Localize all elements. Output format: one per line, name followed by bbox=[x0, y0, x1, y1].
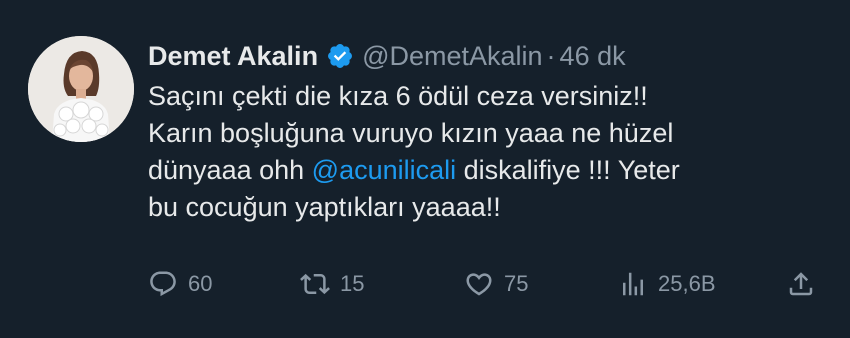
reply-count: 60 bbox=[188, 271, 213, 296]
tweet-text: Saçını çekti die kıza 6 ödül ceza versin… bbox=[148, 78, 838, 226]
tweet-text-segment: diskalifiye !!! Yeter bbox=[456, 155, 680, 185]
reply-button[interactable]: 60 bbox=[148, 264, 212, 304]
profile-photo bbox=[28, 36, 134, 142]
heart-icon bbox=[466, 273, 492, 296]
retweet-count: 15 bbox=[340, 271, 365, 296]
like-button[interactable]: 75 bbox=[464, 264, 528, 304]
retweet-icon bbox=[300, 273, 330, 295]
retweet-button[interactable]: 15 bbox=[300, 264, 364, 304]
separator-dot: · bbox=[546, 40, 556, 71]
author-name[interactable]: Demet Akalin bbox=[148, 41, 318, 72]
views-icon bbox=[623, 272, 643, 296]
tweet-text-line: Saçını çekti die kıza 6 ödül ceza versin… bbox=[148, 81, 648, 111]
views-count: 25,6B bbox=[658, 271, 716, 296]
tweet-actions: 60 15 75 25,6B bbox=[0, 264, 850, 304]
tweet-text-segment: dünyaaa ohh bbox=[148, 155, 312, 185]
tweet-timestamp[interactable]: 46 dk bbox=[560, 41, 626, 72]
tweet-text-line: Karın boşluğuna vuruyo kızın yaaa ne hüz… bbox=[148, 118, 674, 148]
mention-link[interactable]: @acunilicali bbox=[312, 155, 456, 185]
views-button[interactable]: 25,6B bbox=[618, 264, 716, 304]
author-handle[interactable]: @DemetAkalin bbox=[362, 41, 542, 72]
like-count: 75 bbox=[504, 271, 529, 296]
avatar[interactable] bbox=[28, 36, 134, 142]
share-icon bbox=[789, 272, 813, 296]
verified-badge-icon bbox=[326, 42, 354, 70]
tweet[interactable]: Demet Akalin @DemetAkalin · 46 dk Saçını… bbox=[0, 0, 850, 338]
tweet-header: Demet Akalin @DemetAkalin · 46 dk bbox=[148, 36, 626, 76]
share-button[interactable] bbox=[786, 264, 816, 304]
tweet-text-line: bu cocuğun yaptıkları yaaaa!! bbox=[148, 192, 501, 222]
tweet-text-line: dünyaaa ohh @acunilicali diskalifiye !!!… bbox=[148, 152, 838, 189]
reply-icon bbox=[150, 271, 176, 297]
